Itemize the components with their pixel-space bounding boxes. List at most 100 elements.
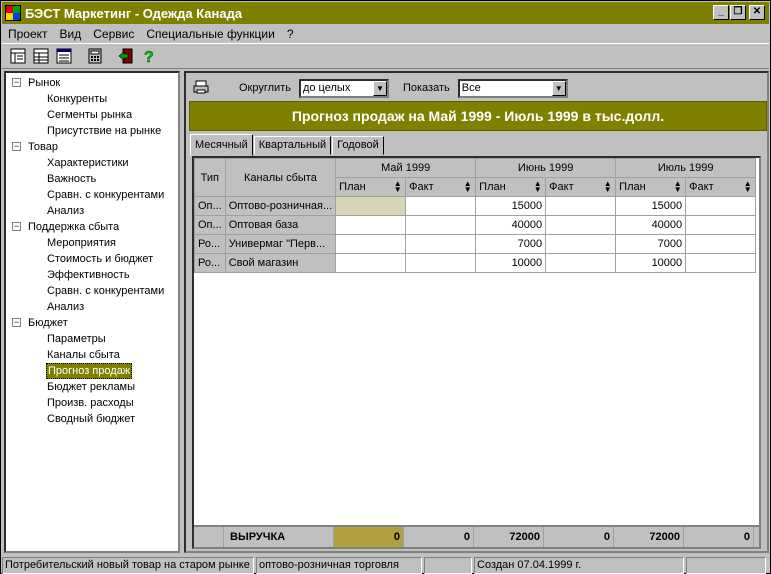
cell-value[interactable] [685, 215, 757, 235]
column-header-fact[interactable]: Факт ▲ ▼ [545, 177, 617, 197]
minimize-button[interactable]: _ [713, 5, 729, 20]
cell-type[interactable]: Ро... [194, 234, 226, 254]
tree-group[interactable]: Товар [28, 139, 58, 155]
cell-value[interactable] [685, 253, 757, 273]
cell-value[interactable] [545, 196, 617, 216]
collapse-toggle-icon[interactable]: − [12, 78, 21, 87]
cell-value[interactable] [335, 234, 407, 254]
column-header-fact[interactable]: Факт ▲ ▼ [685, 177, 757, 197]
cell-channel[interactable]: Оптовая база [224, 215, 337, 235]
calculator-icon[interactable] [85, 46, 105, 66]
tree-group[interactable]: Рынок [28, 75, 60, 91]
cell-value[interactable]: 10000 [475, 253, 547, 273]
tree-item[interactable]: Сводный бюджет [47, 411, 135, 427]
chevron-down-icon[interactable]: ▼ [372, 80, 387, 96]
column-header-plan[interactable]: План ▲ ▼ [615, 177, 687, 197]
list-view-icon[interactable] [8, 46, 28, 66]
collapse-toggle-icon[interactable]: − [12, 222, 21, 231]
tree-item[interactable]: Бюджет рекламы [47, 379, 135, 395]
exit-icon[interactable] [116, 46, 136, 66]
sort-icon[interactable]: ▲ ▼ [603, 180, 612, 194]
sort-icon[interactable]: ▲ ▼ [533, 180, 542, 194]
collapse-toggle-icon[interactable]: − [12, 318, 21, 327]
cell-value[interactable] [545, 253, 617, 273]
show-label: Показать [402, 82, 450, 94]
menu-service[interactable]: Сервис [87, 27, 140, 41]
cell-value[interactable]: 40000 [615, 215, 687, 235]
table-row: Ро... Универмаг "Перв... 7000 7000 [194, 234, 757, 254]
tree-group[interactable]: Поддержка сбыта [28, 219, 119, 235]
cell-value[interactable] [405, 215, 477, 235]
tree-item[interactable]: Каналы сбыта [47, 347, 120, 363]
total-value: 0 [404, 527, 474, 547]
menu-help[interactable]: ? [281, 27, 300, 41]
tree-item[interactable]: Характеристики [47, 155, 129, 171]
help-icon[interactable]: ? [139, 46, 159, 66]
tree-item[interactable]: Присутствие на рынке [47, 123, 161, 139]
column-header-plan[interactable]: План ▲ ▼ [335, 177, 407, 197]
cell-type[interactable]: Оп... [194, 215, 226, 235]
tree-item[interactable]: Конкуренты [47, 91, 107, 107]
tree-item[interactable]: Анализ [47, 203, 84, 219]
cell-type[interactable]: Ро... [194, 253, 226, 273]
cell-channel[interactable]: Свой магазин [224, 253, 337, 273]
cell-type[interactable]: Оп... [194, 196, 226, 216]
cell-value[interactable] [405, 253, 477, 273]
tree-item[interactable]: Параметры [47, 331, 106, 347]
column-header-plan[interactable]: План ▲ ▼ [475, 177, 547, 197]
status-bar: Потребительский новый товар на старом ры… [2, 557, 769, 574]
column-label: План [619, 181, 646, 193]
column-header-fact[interactable]: Факт ▲ ▼ [405, 177, 477, 197]
total-value: 72000 [614, 527, 684, 547]
close-button[interactable]: ✕ [749, 5, 765, 20]
restore-button[interactable]: ❐ [730, 5, 746, 20]
tree-item[interactable]: Сравн. с конкурентами [47, 187, 164, 203]
cell-value[interactable] [335, 215, 407, 235]
table-view-icon[interactable] [31, 46, 51, 66]
tree-item[interactable]: Сегменты рынка [47, 107, 132, 123]
cell-value[interactable] [545, 234, 617, 254]
menu-view[interactable]: Вид [54, 27, 88, 41]
tree-item[interactable]: Эффективность [47, 267, 130, 283]
cell-value[interactable]: 7000 [475, 234, 547, 254]
tree-item[interactable]: Мероприятия [47, 235, 116, 251]
cell-value[interactable] [685, 234, 757, 254]
cell-value[interactable] [335, 196, 407, 216]
cell-value[interactable]: 40000 [475, 215, 547, 235]
menu-special-functions[interactable]: Специальные функции [140, 27, 281, 41]
menu-project[interactable]: Проект [2, 27, 54, 41]
cell-channel[interactable]: Универмаг "Перв... [224, 234, 337, 254]
cell-value[interactable] [335, 253, 407, 273]
tree-item[interactable]: Важность [47, 171, 96, 187]
cell-value[interactable]: 10000 [615, 253, 687, 273]
tab-monthly[interactable]: Месячный [190, 134, 253, 156]
cell-value[interactable]: 7000 [615, 234, 687, 254]
show-select[interactable]: Все ▼ [457, 78, 568, 98]
tree-item[interactable]: Произв. расходы [47, 395, 134, 411]
show-select-value: Все [461, 82, 481, 94]
total-value: 72000 [474, 527, 544, 547]
cell-value[interactable] [685, 196, 757, 216]
cell-value[interactable]: 15000 [475, 196, 547, 216]
tab-yearly[interactable]: Годовой [332, 136, 384, 155]
cell-value[interactable] [405, 234, 477, 254]
cell-value[interactable]: 15000 [615, 196, 687, 216]
tab-quarterly[interactable]: Квартальный [253, 136, 332, 155]
sort-icon[interactable]: ▲ ▼ [463, 180, 472, 194]
printer-icon[interactable] [193, 80, 211, 97]
sort-icon[interactable]: ▲ ▼ [393, 180, 402, 194]
sort-icon[interactable]: ▲ ▼ [743, 180, 752, 194]
tree-item[interactable]: Сравн. с конкурентами [47, 283, 164, 299]
cell-value[interactable] [405, 196, 477, 216]
chevron-down-icon[interactable]: ▼ [551, 80, 566, 96]
sort-icon[interactable]: ▲ ▼ [673, 180, 682, 194]
round-select[interactable]: до целых ▼ [298, 78, 389, 98]
tree-item[interactable]: Стоимость и бюджет [47, 251, 153, 267]
tree-item[interactable]: Прогноз продаж [46, 363, 133, 379]
tree-item[interactable]: Анализ [47, 299, 84, 315]
form-view-icon[interactable] [54, 46, 74, 66]
cell-value[interactable] [545, 215, 617, 235]
collapse-toggle-icon[interactable]: − [12, 142, 21, 151]
tree-group[interactable]: Бюджет [28, 315, 68, 331]
cell-channel[interactable]: Оптово-розничная... [224, 196, 337, 216]
